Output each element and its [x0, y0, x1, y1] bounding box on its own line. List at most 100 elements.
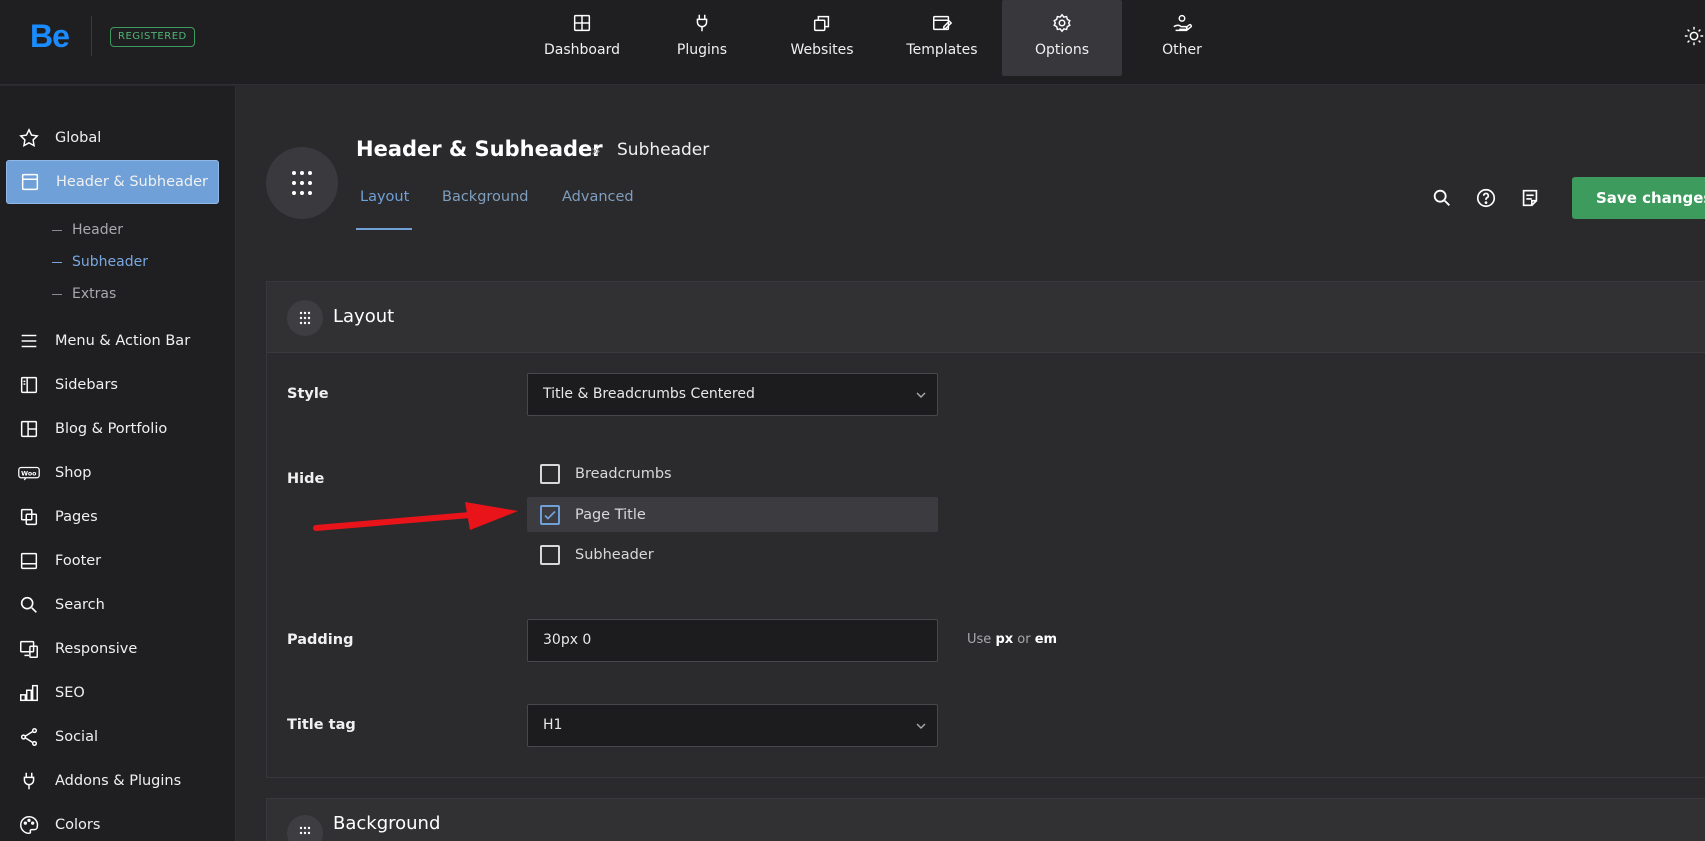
tab-background[interactable]: Background [442, 189, 529, 205]
sidebar-item-sidebars[interactable]: Sidebars [6, 363, 219, 407]
padding-input[interactable]: 30px 0 [527, 619, 938, 662]
nav-plugins-label: Plugins [676, 42, 728, 58]
star-icon [19, 128, 39, 147]
sidebar-subitem-label: Subheader [72, 254, 148, 270]
checkbox-label: Subheader [575, 546, 654, 563]
save-button[interactable]: Save changes [1572, 177, 1705, 219]
sidebar-item-footer[interactable]: Footer [6, 539, 219, 583]
sidebar-item-blog-portfolio[interactable]: Blog & Portfolio [6, 407, 219, 451]
hide-label: Hide [287, 471, 325, 487]
woo-icon: Woo [18, 466, 40, 481]
sidebar-item-label: Footer [55, 553, 102, 569]
nav-options[interactable]: Options [1002, 0, 1122, 76]
nav-plugins[interactable]: Plugins [642, 0, 762, 76]
dots-grid-icon [299, 311, 311, 325]
nav-other[interactable]: Other [1122, 0, 1242, 76]
sidebar-item-menu-action-bar[interactable]: Menu & Action Bar [6, 319, 219, 363]
copy-icon [813, 15, 830, 32]
nav-websites-label: Websites [790, 42, 854, 58]
help-icon[interactable] [1475, 187, 1497, 209]
sidebar-item-label: Search [55, 597, 105, 613]
tab-advanced[interactable]: Advanced [562, 189, 634, 205]
hint-unit-px: px [995, 632, 1014, 647]
sidebar-item-label: Colors [55, 817, 101, 833]
hide-option-page-title[interactable]: Page Title [527, 497, 938, 532]
sidebar-item-shop[interactable]: Woo Shop [6, 451, 219, 495]
checkbox[interactable] [540, 544, 560, 565]
sidebar-subitem-header[interactable]: Header [52, 222, 123, 238]
sidebar-subitem-label: Extras [72, 286, 117, 302]
style-select[interactable]: Title & Breadcrumbs Centered [527, 373, 938, 416]
sidebar-item-colors[interactable]: Colors [6, 803, 219, 841]
plug-icon [23, 772, 35, 790]
nav-dashboard-label: Dashboard [544, 42, 620, 58]
search-icon[interactable] [1431, 187, 1453, 209]
panel-title: Layout [333, 306, 395, 327]
style-select-value: Title & Breadcrumbs Centered [543, 386, 755, 402]
hide-option-subheader[interactable]: Subheader [527, 537, 938, 572]
hide-option-breadcrumbs[interactable]: Breadcrumbs [527, 456, 938, 491]
panel-title: Background [333, 813, 441, 834]
hint-unit-em: em [1034, 632, 1058, 647]
app-logo[interactable]: Be [30, 18, 70, 55]
padding-label: Padding [287, 632, 354, 648]
panel-icon [287, 815, 323, 841]
footer-icon [20, 552, 38, 570]
hint-prefix: Use [967, 632, 992, 647]
bars-icon [20, 684, 38, 702]
sidebar-item-seo[interactable]: SEO [6, 671, 219, 715]
checkbox-checked[interactable] [540, 504, 560, 525]
dash [52, 229, 62, 231]
sidebar-item-label: Shop [55, 465, 92, 481]
svg-text:Woo: Woo [21, 470, 37, 477]
sidebar-item-social[interactable]: Social [6, 715, 219, 759]
palette-icon [20, 816, 39, 834]
tab-layout[interactable]: Layout [360, 189, 409, 205]
style-label: Style [287, 386, 329, 402]
nav-dashboard[interactable]: Dashboard [522, 0, 642, 76]
sidebar-icon [20, 376, 38, 394]
sidebar-item-addons-plugins[interactable]: Addons & Plugins [6, 759, 219, 803]
breadcrumb: Subheader [617, 140, 710, 160]
sidebar-item-global[interactable]: Global [6, 116, 219, 160]
checkbox[interactable] [540, 463, 560, 484]
sidebar: Global Header & Subheader Header Subhead… [0, 86, 236, 841]
grid-icon [20, 420, 38, 438]
sun-icon[interactable] [1683, 25, 1705, 47]
nav-websites[interactable]: Websites [762, 0, 882, 76]
page-title: Header & Subheader [356, 137, 603, 161]
nav-other-label: Other [1162, 42, 1202, 58]
nav-templates[interactable]: Templates [882, 0, 1002, 76]
dash [52, 261, 62, 263]
background-panel: Background [266, 798, 1705, 841]
panel-icon [287, 300, 323, 336]
sidebar-item-header-subheader[interactable]: Header & Subheader [6, 160, 219, 204]
sidebar-item-responsive[interactable]: Responsive [6, 627, 219, 671]
sidebar-item-label: Global [55, 130, 102, 146]
checkbox-label: Page Title [575, 506, 646, 523]
title-tag-select[interactable]: H1 [527, 704, 938, 747]
dash [52, 293, 62, 295]
search-icon [20, 596, 37, 613]
pages-icon [20, 508, 38, 526]
chevron-down-icon [916, 392, 926, 398]
padding-hint: Use px or em [967, 632, 1057, 647]
sidebar-item-label: Menu & Action Bar [55, 333, 191, 349]
annotation-arrow-icon [313, 502, 518, 531]
sidebar-subitem-subheader[interactable]: Subheader [52, 254, 148, 270]
plug-icon [696, 14, 708, 32]
notes-icon[interactable] [1519, 187, 1541, 209]
menu-icon [21, 334, 37, 348]
main-nav: Dashboard Plugins Websites Templates Opt… [522, 0, 1242, 76]
chevron-down-icon [916, 723, 926, 729]
logo-divider [91, 16, 92, 56]
sidebar-item-label: Social [55, 729, 98, 745]
sidebar-item-search[interactable]: Search [6, 583, 219, 627]
registered-badge: REGISTERED [110, 27, 195, 47]
sidebar-subitem-extras[interactable]: Extras [52, 286, 116, 302]
sidebar-item-label: Blog & Portfolio [55, 421, 168, 437]
sidebar-item-label: Pages [55, 509, 98, 525]
nav-options-label: Options [1034, 42, 1090, 58]
section-icon [266, 147, 338, 219]
sidebar-item-pages[interactable]: Pages [6, 495, 219, 539]
